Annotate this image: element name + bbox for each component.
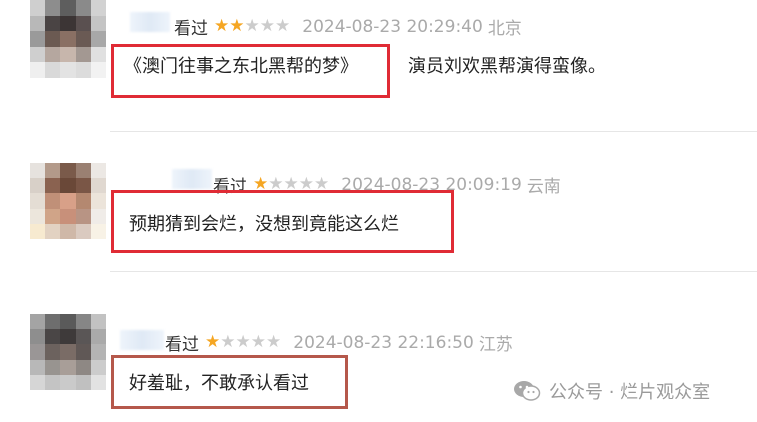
avatar[interactable]: [30, 0, 106, 78]
star-empty-icon: ★: [250, 332, 266, 352]
watermark: 公众号 · 烂片观众室: [513, 378, 710, 404]
star-empty-icon: ★: [244, 16, 260, 36]
review-meta: 看过 ★ ★ ★ ★ ★ 2024-08-23 22:16:50 江苏: [165, 330, 513, 356]
avatar[interactable]: [30, 163, 106, 239]
username-blurred[interactable]: [130, 12, 170, 32]
avatar[interactable]: [30, 314, 106, 390]
star-rating: ★ ★ ★ ★ ★: [214, 18, 290, 35]
star-empty-icon: ★: [220, 332, 236, 352]
review-location: 云南: [526, 177, 561, 197]
star-rating: ★ ★ ★ ★ ★: [205, 334, 281, 351]
review-date: 2024-08-23 20:29:40: [302, 16, 483, 37]
star-empty-icon: ★: [275, 16, 291, 36]
comment-highlight: 预期猜到会烂，没想到竟能这么烂: [129, 214, 399, 235]
divider: [110, 131, 757, 132]
watched-status: 看过: [165, 335, 199, 355]
watched-status: 看过: [174, 19, 208, 39]
review-location: 北京: [487, 19, 522, 39]
star-empty-icon: ★: [266, 332, 282, 352]
watermark-text: 公众号 · 烂片观众室: [549, 382, 711, 403]
username-blurred[interactable]: [172, 169, 212, 189]
review-meta: 看过 ★ ★ ★ ★ ★ 2024-08-23 20:29:40 北京: [174, 14, 522, 40]
star-filled-icon: ★: [205, 332, 221, 352]
star-filled-icon: ★: [214, 16, 230, 36]
star-filled-icon: ★: [229, 16, 245, 36]
comment-text: 演员刘欢黑帮演得蛮像。: [408, 56, 606, 77]
review-location: 江苏: [478, 335, 513, 355]
comment-highlight: 好羞耻，不敢承认看过: [129, 373, 309, 394]
divider: [110, 271, 757, 272]
comment-highlight: 《澳门往事之东北黑帮的梦》: [124, 56, 358, 77]
star-empty-icon: ★: [235, 332, 251, 352]
star-empty-icon: ★: [259, 16, 275, 36]
username-blurred[interactable]: [120, 330, 164, 350]
review-date: 2024-08-23 22:16:50: [293, 332, 474, 353]
wechat-icon: [514, 381, 541, 401]
